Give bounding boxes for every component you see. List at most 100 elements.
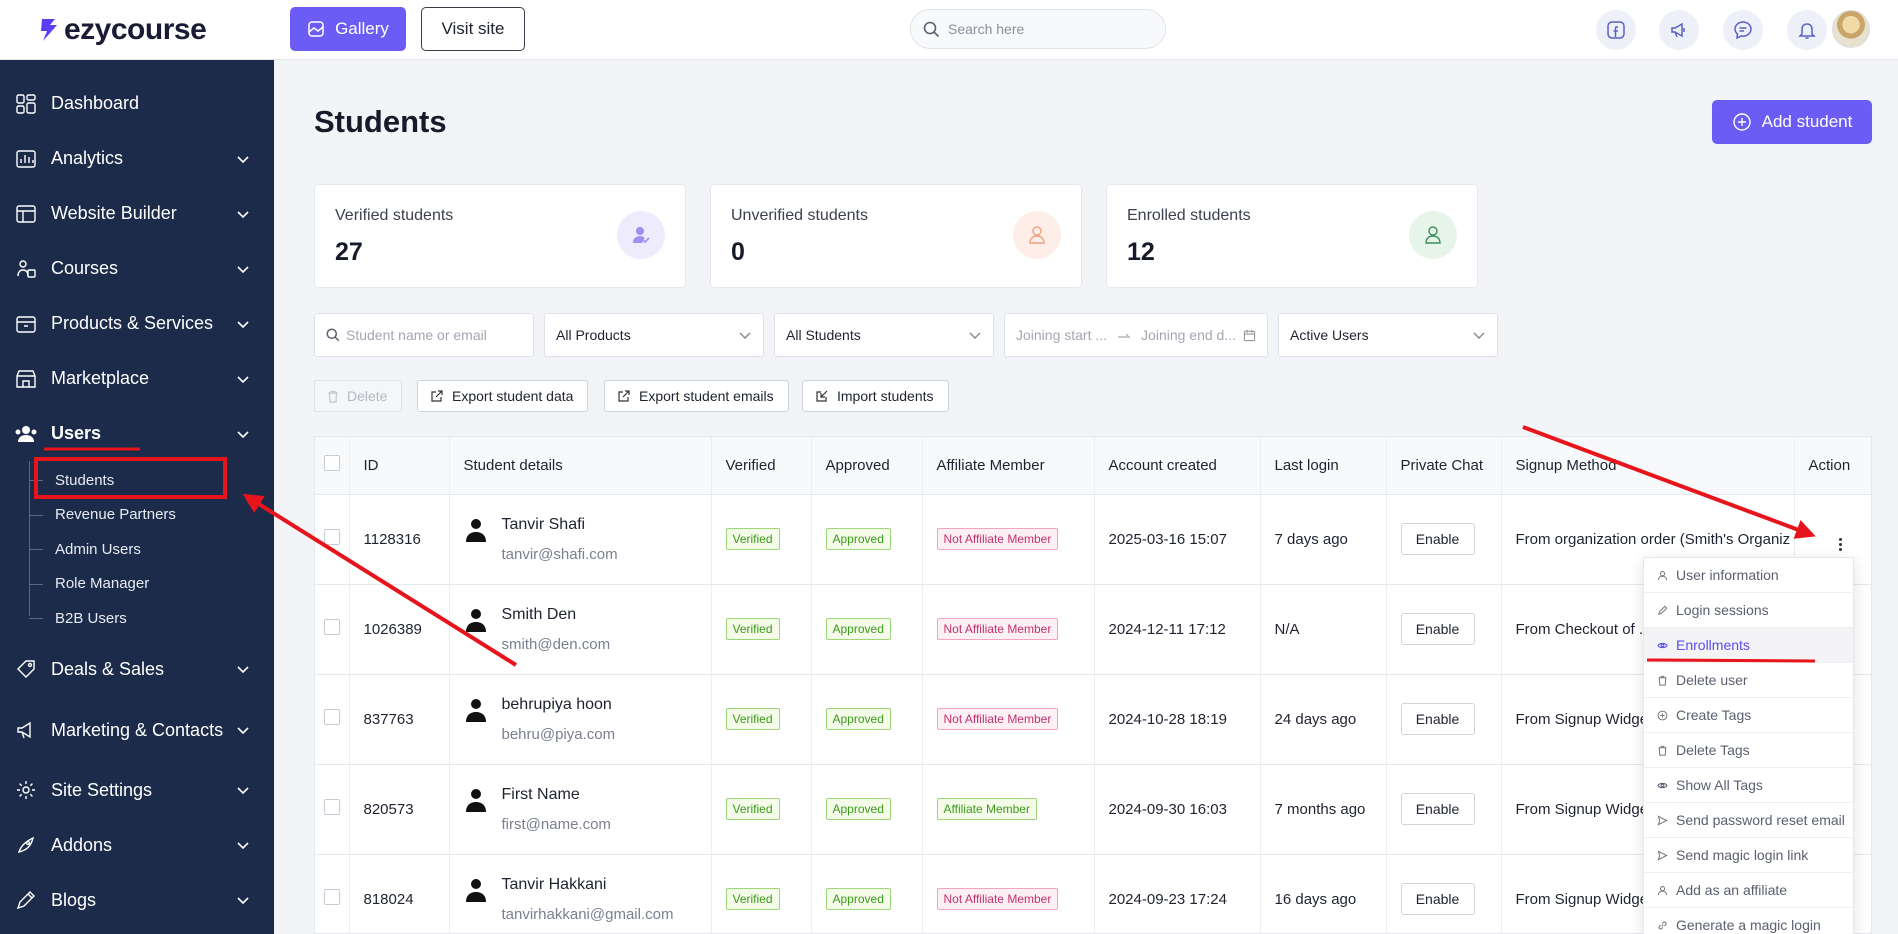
enable-chat-button[interactable]: Enable bbox=[1400, 523, 1475, 555]
chevron-down-icon bbox=[237, 842, 249, 850]
sidebar-item-marketplace[interactable]: Marketplace bbox=[0, 351, 274, 406]
sidebar-sub-item-students[interactable]: Students bbox=[0, 463, 274, 498]
enable-chat-button[interactable]: Enable bbox=[1400, 793, 1475, 825]
menu-item-generate-a-magic-login[interactable]: Generate a magic login bbox=[1644, 908, 1853, 934]
student-name[interactable]: behrupiya hoon bbox=[502, 695, 616, 715]
messages-button[interactable] bbox=[1723, 10, 1763, 50]
row-checkbox[interactable] bbox=[324, 799, 340, 815]
approved-badge: Approved bbox=[825, 528, 891, 550]
menu-item-user-information[interactable]: User information bbox=[1644, 558, 1853, 593]
row-checkbox[interactable] bbox=[324, 709, 340, 725]
chevron-down-icon bbox=[237, 155, 249, 163]
menu-item-delete-tags[interactable]: Delete Tags bbox=[1644, 733, 1853, 768]
search-input[interactable] bbox=[948, 21, 1148, 37]
column-header-affiliate[interactable]: Affiliate Member bbox=[922, 437, 1095, 495]
sidebar-item-courses[interactable]: Courses bbox=[0, 241, 274, 296]
menu-item-label: Generate a magic login bbox=[1676, 917, 1821, 933]
trash-icon bbox=[1656, 744, 1668, 756]
menu-item-send-magic-login-link[interactable]: Send magic login link bbox=[1644, 838, 1853, 873]
sidebar-item-site-settings[interactable]: Site Settings bbox=[0, 763, 274, 818]
sidebar-item-dashboard[interactable]: Dashboard bbox=[0, 76, 274, 131]
sidebar-item-label: Website Builder bbox=[51, 203, 177, 223]
verified-badge: Verified bbox=[725, 618, 780, 640]
notifications-button[interactable] bbox=[1787, 10, 1827, 50]
column-header-signup-method[interactable]: Signup Method bbox=[1501, 437, 1795, 495]
import-students-button[interactable]: Import students bbox=[802, 380, 949, 412]
verified-badge: Verified bbox=[725, 708, 780, 730]
column-header-approved[interactable]: Approved bbox=[811, 437, 923, 495]
enable-chat-button[interactable]: Enable bbox=[1400, 613, 1475, 645]
last-login: 16 days ago bbox=[1260, 854, 1387, 933]
export-student-data-button[interactable]: Export student data bbox=[417, 380, 589, 412]
announcements-button[interactable] bbox=[1659, 10, 1699, 50]
row-checkbox[interactable] bbox=[324, 619, 340, 635]
sidebar-item-products[interactable]: Products & Services bbox=[0, 296, 274, 351]
product-select[interactable]: All Products bbox=[544, 313, 764, 357]
sidebar-item-website-builder[interactable]: Website Builder bbox=[0, 186, 274, 241]
column-header-id[interactable]: ID bbox=[349, 437, 450, 495]
sidebar-sub-item-revenue-partners[interactable]: Revenue Partners bbox=[0, 498, 274, 533]
verified-badge: Verified bbox=[725, 528, 780, 550]
student-details: First Name first@name.com bbox=[464, 785, 711, 834]
menu-item-enrollments[interactable]: Enrollments bbox=[1644, 628, 1853, 663]
delete-button[interactable]: Delete bbox=[314, 380, 403, 412]
menu-item-send-password-reset-email[interactable]: Send password reset email bbox=[1644, 803, 1853, 838]
sidebar-item-users[interactable]: Users bbox=[0, 406, 274, 461]
student-name[interactable]: First Name bbox=[502, 785, 611, 805]
sidebar-item-blogs[interactable]: Blogs bbox=[0, 873, 274, 928]
sidebar-item-label: Analytics bbox=[51, 148, 124, 168]
row-checkbox[interactable] bbox=[324, 529, 340, 545]
student-name[interactable]: Tanvir Shafi bbox=[502, 515, 618, 535]
select-all-checkbox[interactable] bbox=[324, 455, 340, 472]
add-student-button[interactable]: Add student bbox=[1712, 100, 1872, 144]
sidebar-item-marketing[interactable]: Marketing & Contacts bbox=[0, 697, 274, 763]
user-status-select[interactable]: Active Users bbox=[1278, 313, 1498, 357]
column-header-account-created[interactable]: Account created bbox=[1094, 437, 1261, 495]
menu-item-delete-user[interactable]: Delete user bbox=[1644, 663, 1853, 698]
plus-circle-icon bbox=[1732, 113, 1751, 131]
student-name[interactable]: Tanvir Hakkani bbox=[502, 875, 674, 895]
export-student-emails-button[interactable]: Export student emails bbox=[604, 380, 789, 412]
facebook-button[interactable] bbox=[1596, 10, 1636, 50]
unverified-user-icon bbox=[1013, 211, 1061, 259]
sidebar-item-analytics[interactable]: Analytics bbox=[0, 131, 274, 186]
gallery-button[interactable]: Gallery bbox=[290, 7, 406, 51]
visit-site-button[interactable]: Visit site bbox=[421, 7, 525, 51]
sidebar-sub-item-role-manager[interactable]: Role Manager bbox=[0, 567, 274, 602]
column-header-last-login[interactable]: Last login bbox=[1260, 437, 1387, 495]
student-search-filter bbox=[314, 313, 534, 357]
sidebar-sub-item-b2b-users[interactable]: B2B Users bbox=[0, 601, 274, 636]
table-row[interactable]: 1026389 Smith Den smith@den.com Verified App… bbox=[315, 584, 1871, 675]
menu-item-add-as-an-affiliate[interactable]: Add as an affiliate bbox=[1644, 873, 1853, 908]
student-name[interactable]: Smith Den bbox=[502, 605, 611, 625]
avatar[interactable] bbox=[1832, 10, 1870, 48]
link-icon bbox=[1656, 919, 1668, 931]
menu-item-create-tags[interactable]: Create Tags bbox=[1644, 698, 1853, 733]
joining-start-placeholder: Joining start ... bbox=[1016, 327, 1108, 343]
students-select[interactable]: All Students bbox=[774, 313, 994, 357]
table-row[interactable]: 818024 Tanvir Hakkani tanvirhakkani@gmail.… bbox=[315, 854, 1871, 933]
logo[interactable]: ezycourse bbox=[0, 0, 274, 60]
column-header-student-details[interactable]: Student details bbox=[449, 437, 712, 495]
column-header-verified[interactable]: Verified bbox=[711, 437, 812, 495]
sidebar-item-deals[interactable]: Deals & Sales bbox=[0, 642, 274, 697]
table-row[interactable]: 1128316 Tanvir Shafi tanvir@shafi.com Verif… bbox=[315, 494, 1871, 585]
menu-item-show-all-tags[interactable]: Show All Tags bbox=[1644, 768, 1853, 803]
row-checkbox[interactable] bbox=[324, 889, 340, 905]
student-id: 1128316 bbox=[349, 494, 450, 585]
sidebar-item-addons[interactable]: Addons bbox=[0, 818, 274, 873]
menu-item-login-sessions[interactable]: Login sessions bbox=[1644, 593, 1853, 628]
enable-chat-button[interactable]: Enable bbox=[1400, 703, 1475, 735]
account-created: 2024-09-30 16:03 bbox=[1094, 764, 1261, 855]
table-row[interactable]: 837763 behrupiya hoon behru@piya.com Verifi… bbox=[315, 674, 1871, 765]
column-header-private-chat[interactable]: Private Chat bbox=[1386, 437, 1502, 495]
sidebar-sub-item-admin-users[interactable]: Admin Users bbox=[0, 532, 274, 567]
joining-date-range[interactable]: Joining start ... Joining end d... bbox=[1004, 313, 1268, 357]
more-actions-icon[interactable] bbox=[1838, 537, 1842, 551]
table-row[interactable]: 820573 First Name first@name.com Verified Ap… bbox=[315, 764, 1871, 855]
brand-name: ezycourse bbox=[64, 12, 207, 46]
approved-badge: Approved bbox=[825, 708, 891, 730]
enable-chat-button[interactable]: Enable bbox=[1400, 883, 1475, 915]
student-search-input[interactable] bbox=[346, 327, 516, 343]
menu-item-label: Send password reset email bbox=[1676, 812, 1845, 828]
